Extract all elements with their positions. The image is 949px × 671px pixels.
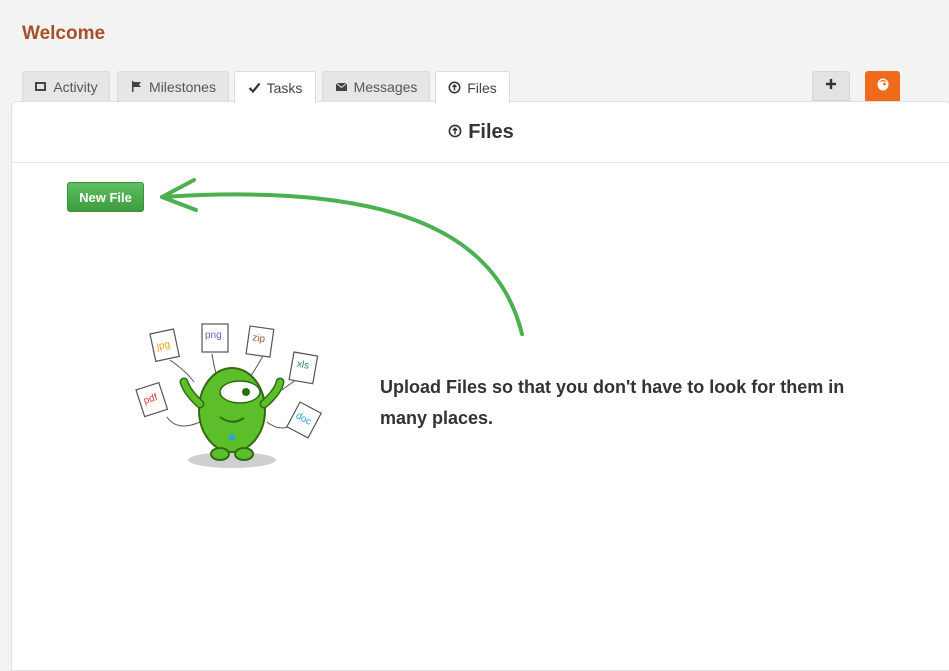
envelope-icon: [335, 80, 348, 93]
tab-label: Tasks: [266, 79, 303, 96]
add-button[interactable]: [812, 71, 850, 101]
tab-label: Activity: [53, 78, 98, 95]
page-title: Welcome: [22, 23, 106, 44]
upload-icon: [448, 81, 461, 94]
tab-tasks[interactable]: Tasks: [234, 71, 316, 103]
tab-label: Milestones: [149, 78, 216, 95]
files-mascot-icon: jpg png zip xls pdf doc: [135, 323, 323, 468]
tab-label: Files: [467, 79, 497, 96]
empty-state-hint: Upload Files so that you don't have to l…: [380, 377, 845, 428]
tab-files[interactable]: Files: [435, 71, 510, 103]
check-icon: [248, 81, 261, 94]
tab-activity[interactable]: Activity: [22, 71, 110, 101]
tab-label: Messages: [353, 78, 418, 95]
brand-menu-button[interactable]: [865, 71, 900, 101]
panel-title: Files: [468, 120, 514, 143]
files-panel: Files New File jpg png zip xls pdf doc U…: [11, 101, 949, 671]
plus-icon: [825, 77, 837, 95]
new-file-button[interactable]: New File: [67, 182, 144, 212]
upload-icon: [448, 121, 462, 144]
flag-icon: [130, 80, 143, 93]
file-label: png: [205, 330, 222, 341]
pointer-arrow-icon: [160, 178, 524, 336]
brand-icon: [875, 76, 891, 97]
file-label: xls: [296, 359, 310, 372]
film-icon: [34, 80, 47, 93]
tab-messages[interactable]: Messages: [322, 71, 430, 101]
panel-header: Files: [12, 102, 949, 163]
file-label: zip: [252, 332, 267, 345]
tab-milestones[interactable]: Milestones: [117, 71, 229, 101]
